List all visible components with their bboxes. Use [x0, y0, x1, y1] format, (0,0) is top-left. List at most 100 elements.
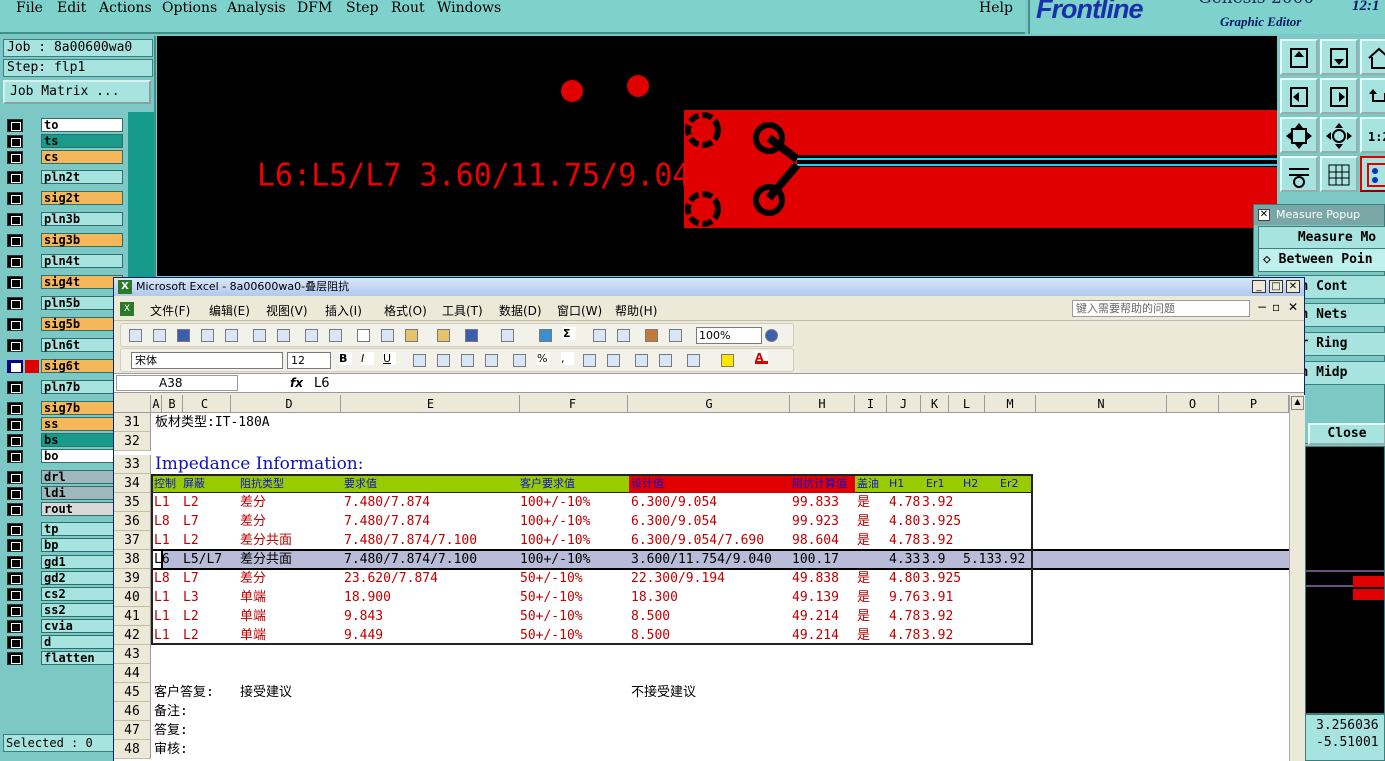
review-label[interactable]: 审核:: [154, 740, 188, 759]
layer-checkbox[interactable]: [7, 471, 23, 484]
cell-h36[interactable]: 是: [857, 512, 870, 531]
layer-row-ss[interactable]: ss: [4, 417, 126, 431]
cell-i40[interactable]: 9.76: [889, 588, 920, 607]
layer-name[interactable]: drl: [41, 470, 123, 484]
cell-c39[interactable]: 差分: [240, 569, 266, 588]
layer-name[interactable]: rout: [41, 502, 123, 516]
layer-name[interactable]: bo: [41, 449, 123, 463]
graphic-canvas[interactable]: L6:L5/L7 3.60/11.75/9.04: [157, 36, 1277, 276]
cell-h41[interactable]: 是: [857, 607, 870, 626]
menu-step[interactable]: Step: [346, 0, 378, 16]
sort-descending-icon[interactable]: [617, 329, 630, 342]
cell-d42[interactable]: 9.449: [344, 626, 383, 645]
home-view-button[interactable]: [1360, 39, 1385, 75]
layer-name[interactable]: flatten: [41, 651, 123, 665]
xmenu-data[interactable]: 数据(D): [499, 302, 542, 319]
layer-name[interactable]: pln4t: [41, 254, 123, 268]
cell-a41[interactable]: L1: [154, 607, 170, 626]
vertical-scrollbar[interactable]: ▲: [1289, 395, 1305, 761]
layer-checkbox[interactable]: [7, 213, 23, 226]
cell-i42[interactable]: 4.78: [889, 626, 920, 645]
xmenu-tools[interactable]: 工具(T): [442, 302, 483, 319]
cell-c42[interactable]: 单端: [240, 626, 266, 645]
impedance-heading[interactable]: Impedance Information:: [155, 453, 363, 476]
layer-checkbox[interactable]: [7, 119, 23, 132]
cell-j40[interactable]: 3.91: [922, 588, 953, 607]
zoom-select[interactable]: 100%: [696, 327, 762, 344]
cell-b40[interactable]: L3: [183, 588, 199, 607]
cell-d35[interactable]: 7.480/7.874: [344, 493, 430, 512]
row-header-47[interactable]: 47: [114, 721, 151, 740]
layer-name[interactable]: gd1: [41, 555, 123, 569]
layer-row-bs[interactable]: bs: [4, 433, 126, 447]
permission-icon[interactable]: [201, 329, 214, 342]
cell-d38[interactable]: 7.480/7.874/7.100: [344, 550, 477, 569]
maximize-icon[interactable]: □: [1269, 280, 1283, 293]
pan-right-button[interactable]: [1320, 78, 1358, 114]
menu-help[interactable]: Help: [979, 0, 1013, 16]
layer-row-pln7b[interactable]: pln7b: [4, 380, 126, 394]
pan-left-button[interactable]: [1280, 78, 1318, 114]
header-d[interactable]: 要求值: [344, 474, 377, 493]
row-header-38[interactable]: 38: [114, 550, 151, 569]
measure-option-between-points[interactable]: ◇ Between Poin: [1258, 248, 1385, 272]
menu-rout[interactable]: Rout: [391, 0, 425, 16]
layer-row-pln4t[interactable]: pln4t: [4, 254, 126, 268]
font-size-select[interactable]: 12: [287, 352, 331, 369]
cell-k38[interactable]: 5.13: [963, 550, 994, 569]
xmenu-insert[interactable]: 插入(I): [325, 302, 362, 319]
layer-checkbox[interactable]: [7, 604, 23, 617]
layer-row-sig5b[interactable]: sig5b: [4, 317, 126, 331]
layer-checkbox[interactable]: [7, 620, 23, 633]
cell-d41[interactable]: 9.843: [344, 607, 383, 626]
snap-button[interactable]: [1360, 156, 1385, 192]
layer-checkbox[interactable]: [7, 402, 23, 415]
cell-l38[interactable]: 3.92: [994, 550, 1025, 569]
layer-row-cvia[interactable]: cvia: [4, 619, 126, 633]
layer-row-pln5b[interactable]: pln5b: [4, 296, 126, 310]
cell-i39[interactable]: 4.80: [889, 569, 920, 588]
header-g[interactable]: 阻抗计算值: [792, 474, 847, 493]
layer-name[interactable]: sig4t: [41, 275, 123, 289]
cell-f35[interactable]: 6.300/9.054: [631, 493, 717, 512]
header-a[interactable]: 控制: [154, 474, 176, 493]
cell-d40[interactable]: 18.900: [344, 588, 391, 607]
cell-a39[interactable]: L8: [154, 569, 170, 588]
layer-name[interactable]: ts: [41, 134, 123, 148]
doc-restore-icon[interactable]: ▫: [1272, 300, 1280, 314]
column-header-A[interactable]: A: [151, 395, 162, 413]
xmenu-file[interactable]: 文件(F): [150, 302, 190, 319]
cell-j38[interactable]: 3.9: [922, 550, 945, 569]
row-header-35[interactable]: 35: [114, 493, 151, 512]
layer-checkbox[interactable]: [7, 418, 23, 431]
layer-checkbox[interactable]: [7, 652, 23, 665]
fill-color-icon[interactable]: [721, 354, 734, 367]
spelling-icon[interactable]: [305, 329, 318, 342]
cell-c38[interactable]: 差分共面: [240, 550, 292, 569]
cell-b42[interactable]: L2: [183, 626, 199, 645]
layer-row-drl[interactable]: drl: [4, 470, 126, 484]
row-header-42[interactable]: 42: [114, 626, 151, 645]
layer-name[interactable]: sig7b: [41, 401, 123, 415]
cell-d36[interactable]: 7.480/7.874: [344, 512, 430, 531]
cell-f39[interactable]: 22.300/9.194: [631, 569, 725, 588]
cell-a42[interactable]: L1: [154, 626, 170, 645]
column-header-O[interactable]: O: [1167, 395, 1219, 413]
layer-checkbox[interactable]: [7, 450, 23, 463]
layer-checkbox[interactable]: [7, 297, 23, 310]
row-header-39[interactable]: 39: [114, 569, 151, 588]
column-header-I[interactable]: I: [855, 395, 887, 413]
row-header-44[interactable]: 44: [114, 664, 151, 683]
align-center-icon[interactable]: [437, 354, 450, 367]
paste-icon[interactable]: [405, 329, 418, 342]
layer-row-ts[interactable]: ts: [4, 134, 126, 148]
increase-indent-icon[interactable]: [659, 354, 672, 367]
layer-name[interactable]: cvia: [41, 619, 123, 633]
row-header-37[interactable]: 37: [114, 531, 151, 550]
layer-name[interactable]: ss: [41, 417, 123, 431]
layer-name[interactable]: ss2: [41, 603, 123, 617]
doc-minimize-icon[interactable]: −: [1257, 300, 1267, 314]
layer-row-pln3b[interactable]: pln3b: [4, 212, 126, 226]
cell-b38[interactable]: L5/L7: [183, 550, 222, 569]
cell-j36[interactable]: 3.925: [922, 512, 961, 531]
